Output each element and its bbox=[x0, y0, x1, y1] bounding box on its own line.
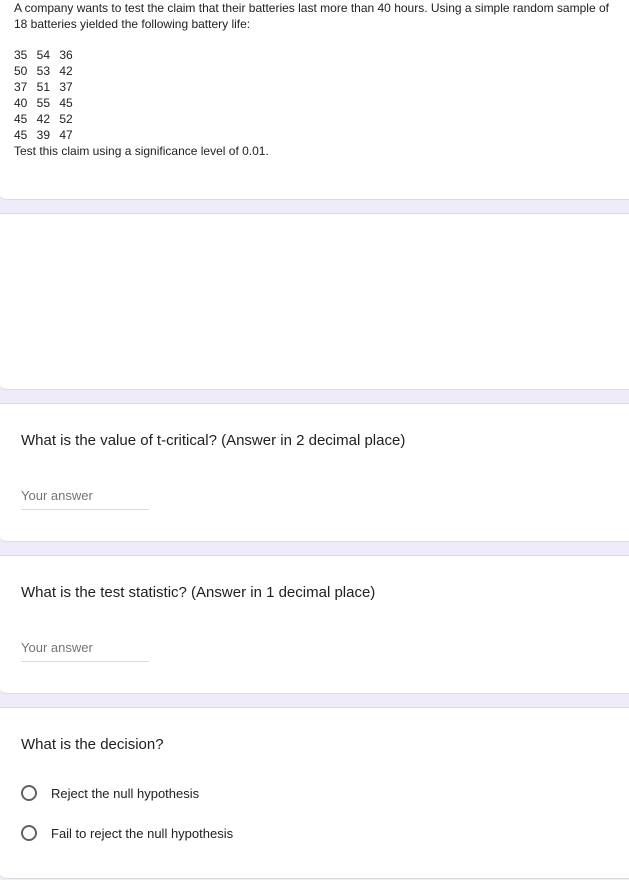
data-row: 35 54 36 bbox=[14, 48, 73, 62]
t-critical-input[interactable] bbox=[21, 488, 149, 510]
question-card-t-critical: What is the value of t-critical? (Answer… bbox=[0, 403, 629, 542]
option-fail-to-reject[interactable]: Fail to reject the null hypothesis bbox=[21, 825, 233, 841]
question-title: What is the test statistic? (Answer in 1… bbox=[21, 584, 376, 601]
data-row: 40 55 45 bbox=[14, 96, 73, 110]
claim-text: Test this claim using a significance lev… bbox=[14, 144, 269, 158]
test-statistic-input[interactable] bbox=[21, 640, 149, 662]
question-title: What is the value of t-critical? (Answer… bbox=[21, 432, 406, 449]
radio-icon[interactable] bbox=[21, 825, 37, 841]
question-card-decision: What is the decision? Reject the null hy… bbox=[0, 707, 629, 879]
data-values: 35 54 36 50 53 42 37 51 37 40 55 45 45 4… bbox=[14, 47, 615, 143]
problem-text: A company wants to test the claim that t… bbox=[14, 1, 609, 31]
option-label: Fail to reject the null hypothesis bbox=[51, 825, 234, 841]
question-title: What is the decision? bbox=[21, 736, 164, 753]
data-row: 45 42 52 bbox=[14, 112, 73, 126]
option-reject[interactable]: Reject the null hypothesis bbox=[21, 785, 199, 801]
data-row: 45 39 47 bbox=[14, 128, 73, 142]
blank-card bbox=[0, 213, 629, 390]
radio-icon[interactable] bbox=[21, 785, 37, 801]
option-label: Reject the null hypothesis bbox=[51, 785, 200, 801]
intro-card: A company wants to test the claim that t… bbox=[0, 0, 629, 200]
data-row: 50 53 42 bbox=[14, 64, 73, 78]
data-row: 37 51 37 bbox=[14, 80, 73, 94]
question-card-test-statistic: What is the test statistic? (Answer in 1… bbox=[0, 555, 629, 694]
